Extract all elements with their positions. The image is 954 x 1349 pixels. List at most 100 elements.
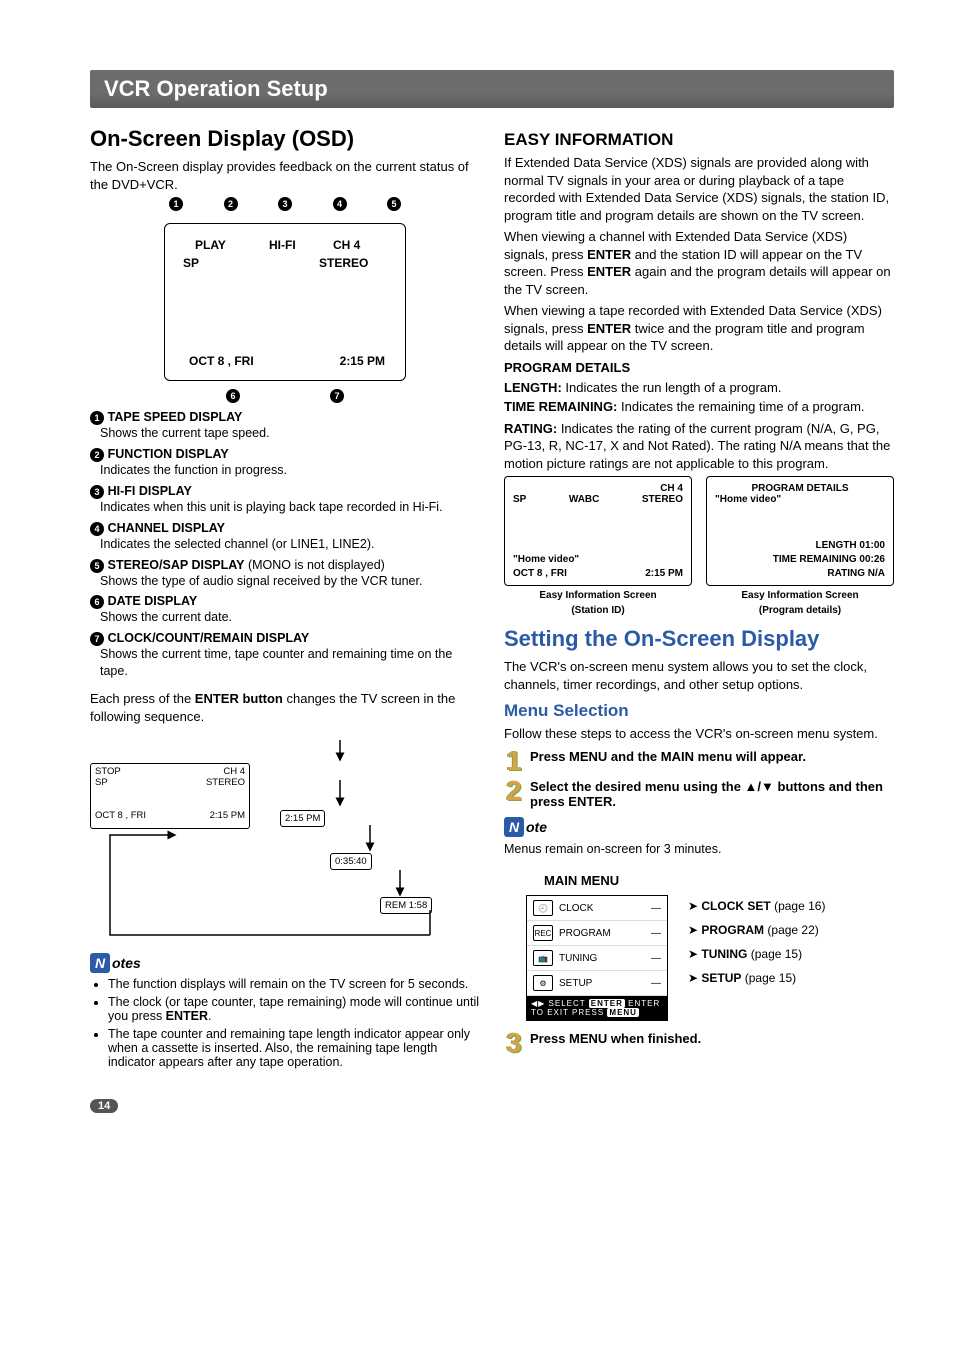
seq-stop: STOP	[95, 766, 121, 777]
osd-ch: CH 4	[333, 238, 360, 252]
note-3: The tape counter and remaining tape leng…	[108, 1027, 480, 1069]
dot-2: 2	[224, 197, 238, 211]
osd-stereo: STEREO	[319, 256, 368, 270]
mt-tuning: TUNING	[701, 947, 747, 961]
setting-osd-heading: Setting the On-Screen Display	[504, 626, 894, 652]
osd-play: PLAY	[195, 238, 226, 252]
menu-item-setup: SETUP	[559, 978, 592, 989]
easy-info-heading: EASY INFORMATION	[504, 130, 894, 150]
seq-t2: 2:15 PM	[280, 810, 325, 827]
osd-display-diagram: PLAY HI-FI CH 4 SP STEREO OCT 8 , FRI 2:…	[164, 223, 406, 381]
note-head-right: ote	[526, 819, 547, 835]
def-body-1: Shows the current tape speed.	[100, 425, 480, 442]
length-text: Indicates the run length of a program.	[562, 380, 782, 395]
menu-item-clock: CLOCK	[559, 903, 593, 914]
notes-section: Notes The function displays will remain …	[90, 953, 480, 1069]
rating-text: Indicates the rating of the current prog…	[504, 421, 890, 471]
osd-definitions: 1 TAPE SPEED DISPLAY Shows the current t…	[90, 409, 480, 680]
xds-r-len: LENGTH 01:00	[816, 540, 885, 551]
def-term-5-suffix: (MONO is not displayed)	[244, 558, 384, 572]
osd-time: 2:15 PM	[340, 354, 385, 368]
mf-enter: ENTER	[628, 999, 660, 1008]
note-1: The function displays will remain on the…	[108, 977, 480, 991]
note-icon-right: N	[504, 817, 524, 837]
def-body-5: Shows the type of audio signal received …	[100, 573, 480, 590]
osd-sp: SP	[183, 256, 199, 270]
def-dot-1: 1	[90, 411, 104, 425]
menu-footer: ◀▶ SELECT ENTER ENTER TO EXIT PRESS MENU	[527, 996, 667, 1020]
notes-head: otes	[112, 955, 141, 971]
easy-para-1: If Extended Data Service (XDS) signals a…	[504, 154, 894, 224]
sequence-diagram: STOP CH 4 SP STEREO OCT 8 , FRI 2:15 PM …	[90, 735, 450, 945]
main-menu-box: 🕘CLOCK— RECPROGRAM— 📺TUNING— ⚙SETUP— ◀▶ …	[526, 895, 668, 1021]
def-dot-7: 7	[90, 632, 104, 646]
step-3-text: Press MENU when finished.	[530, 1031, 701, 1046]
menu-selection-heading: Menu Selection	[504, 701, 894, 721]
def-dot-2: 2	[90, 448, 104, 462]
def-body-7: Shows the current time, tape counter and…	[100, 646, 480, 680]
dot-4: 4	[333, 197, 347, 211]
timerem-line: TIME REMAINING: Indicates the remaining …	[504, 398, 894, 416]
def-body-3: Indicates when this unit is playing back…	[100, 499, 480, 516]
xds-l-time: 2:15 PM	[645, 568, 683, 579]
setting-intro: The VCR's on-screen menu system allows y…	[504, 658, 894, 693]
osd-intro: The On-Screen display provides feedback …	[90, 158, 480, 193]
osd-hifi: HI-FI	[269, 238, 296, 252]
dot-7: 7	[330, 389, 344, 403]
length-line: LENGTH: Indicates the run length of a pr…	[504, 379, 894, 397]
xds-l-sp: SP	[513, 494, 526, 505]
seq-ch: CH 4	[223, 766, 245, 777]
enter-para-1: Each press of the	[90, 691, 195, 706]
rating-line: RATING: Indicates the rating of the curr…	[504, 420, 894, 473]
seq-stereo: STEREO	[206, 777, 245, 788]
note-section-right: Note Menus remain on-screen for 3 minute…	[504, 817, 894, 858]
step-3: 3 Press MENU when finished.	[504, 1031, 894, 1055]
title-bar: VCR Operation Setup	[90, 70, 894, 108]
easy-para-3: When viewing a tape recorded with Extend…	[504, 302, 894, 355]
note-icon: N	[90, 953, 110, 973]
def-term-1: TAPE SPEED DISPLAY	[108, 410, 243, 424]
dot-3: 3	[278, 197, 292, 211]
mf-exit: TO EXIT PRESS	[531, 1008, 604, 1017]
def-term-6: DATE DISPLAY	[108, 594, 198, 608]
mt-clock: CLOCK SET	[701, 899, 770, 913]
def-dot-4: 4	[90, 522, 104, 536]
xds-screens: CH 4 SP WABC STEREO "Home video" OCT 8 ,…	[504, 476, 894, 616]
def-term-2: FUNCTION DISPLAY	[108, 447, 229, 461]
mf-menu-pill: MENU	[607, 1008, 639, 1017]
xds-program-details-box: PROGRAM DETAILS "Home video" LENGTH 01:0…	[706, 476, 894, 586]
menu-item-program: PROGRAM	[559, 928, 611, 939]
def-term-4: CHANNEL DISPLAY	[108, 521, 225, 535]
xds-l-cap1: Easy Information Screen	[504, 590, 692, 601]
tuning-icon: 📺	[533, 950, 553, 966]
step-1: 1 Press MENU and the MAIN menu will appe…	[504, 749, 894, 773]
length-label: LENGTH:	[504, 380, 562, 395]
osd-bottom-numbers: 6 7	[165, 387, 405, 403]
mt-setup-page: (page 15)	[741, 971, 796, 985]
def-term-5: STEREO/SAP DISPLAY	[108, 558, 245, 572]
step-2-text: Select the desired menu using the ▲/▼ bu…	[530, 779, 894, 809]
main-menu-diagram: 🕘CLOCK— RECPROGRAM— 📺TUNING— ⚙SETUP— ◀▶ …	[526, 895, 894, 1021]
rating-label: RATING:	[504, 421, 557, 436]
mf-enter-pill: ENTER	[589, 999, 625, 1008]
xds-r-cap1: Easy Information Screen	[706, 590, 894, 601]
ep2enter2: ENTER	[587, 264, 631, 279]
def-dot-6: 6	[90, 595, 104, 609]
menu-selection-intro: Follow these steps to access the VCR's o…	[504, 725, 894, 743]
step-1-number: 1	[504, 749, 524, 773]
mt-program-page: (page 22)	[764, 923, 819, 937]
main-menu-label: MAIN MENU	[544, 872, 894, 890]
program-icon: REC	[533, 925, 553, 941]
setup-icon: ⚙	[533, 975, 553, 991]
step-2-number: 2	[504, 779, 524, 803]
dot-1: 1	[169, 197, 183, 211]
xds-l-ch: CH 4	[513, 483, 683, 494]
program-details-heading: PROGRAM DETAILS	[504, 359, 894, 377]
mt-program: PROGRAM	[701, 923, 764, 937]
menu-item-tuning: TUNING	[559, 953, 597, 964]
def-body-4: Indicates the selected channel (or LINE1…	[100, 536, 480, 553]
clock-icon: 🕘	[533, 900, 553, 916]
mf-select: SELECT	[549, 999, 586, 1008]
page-number: 14	[90, 1099, 118, 1113]
mt-setup: SETUP	[701, 971, 741, 985]
